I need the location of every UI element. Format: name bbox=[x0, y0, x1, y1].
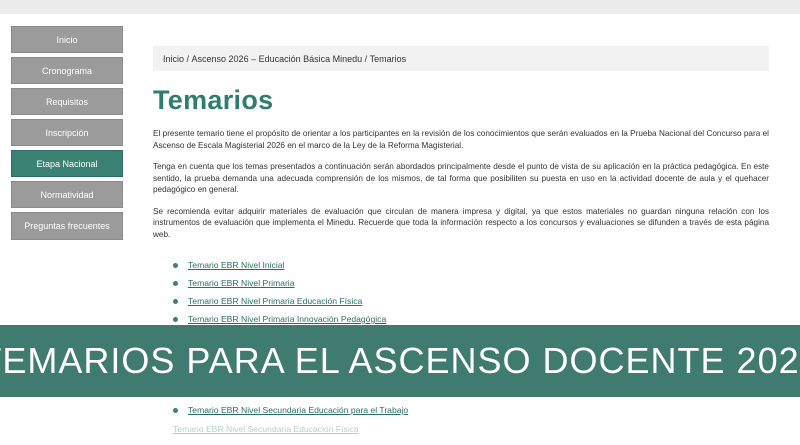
list-item: Temario EBR Nivel Primaria bbox=[173, 274, 769, 292]
sidebar-item-label: Inicio bbox=[56, 34, 78, 45]
temario-link-secundaria-trabajo[interactable]: Temario EBR Nivel Secundaria Educación p… bbox=[188, 405, 408, 415]
breadcrumb-section-link[interactable]: Ascenso 2026 – Educación Básica Minedu bbox=[192, 54, 363, 64]
bullet-icon bbox=[173, 298, 178, 304]
main-content: Inicio / Ascenso 2026 – Educación Básica… bbox=[153, 46, 769, 328]
sidebar-item-label: Inscripción bbox=[45, 127, 89, 138]
sidebar-item-label: Requisitos bbox=[45, 96, 89, 107]
warning-paragraph: Se recomienda evitar adquirir materiales… bbox=[153, 206, 769, 239]
breadcrumb-home-link[interactable]: Inicio bbox=[163, 54, 184, 64]
temario-link-primaria-ef[interactable]: Temario EBR Nivel Primaria Educación Fís… bbox=[188, 296, 362, 306]
bullet-icon bbox=[173, 280, 178, 286]
bullet-icon bbox=[173, 407, 178, 413]
temario-link-inicial[interactable]: Temario EBR Nivel Inicial bbox=[188, 260, 284, 270]
sidebar-item-requisitos[interactable]: Requisitos bbox=[11, 88, 123, 115]
breadcrumb: Inicio / Ascenso 2026 – Educación Básica… bbox=[153, 46, 769, 71]
sidebar-item-inicio[interactable]: Inicio bbox=[11, 26, 123, 53]
sidebar-nav: Inicio Cronograma Requisitos Inscripción… bbox=[11, 26, 123, 244]
sidebar-item-label: Cronograma bbox=[41, 65, 93, 76]
temario-link-primaria[interactable]: Temario EBR Nivel Primaria bbox=[188, 278, 295, 288]
sidebar-item-normatividad[interactable]: Normatividad bbox=[11, 181, 123, 208]
page-title: Temarios bbox=[153, 85, 274, 115]
sidebar-item-label: Etapa Nacional bbox=[36, 158, 98, 169]
sidebar-item-label: Preguntas frecuentes bbox=[24, 221, 110, 231]
temario-link-list: Temario EBR Nivel Inicial Temario EBR Ni… bbox=[153, 256, 769, 328]
bullet-icon bbox=[173, 316, 178, 322]
sidebar-item-etapa-nacional[interactable]: Etapa Nacional bbox=[11, 150, 123, 177]
note-paragraph: Tenga en cuenta que los temas presentado… bbox=[153, 162, 769, 194]
sidebar-item-label: Normatividad bbox=[40, 189, 94, 200]
sidebar-item-inscripcion[interactable]: Inscripción bbox=[11, 119, 123, 146]
breadcrumb-separator: / bbox=[362, 53, 370, 64]
title-banner: TEMARIOS PARA EL ASCENSO DOCENTE 2026 bbox=[0, 325, 800, 397]
temario-link-primaria-innovacion[interactable]: Temario EBR Nivel Primaria Innovación Pe… bbox=[188, 314, 386, 324]
temario-link-secundaria-ef[interactable]: Temario EBR Nivel Secundaria Educación F… bbox=[173, 424, 359, 434]
breadcrumb-current: Temarios bbox=[369, 53, 407, 64]
list-item: Temario EBR Nivel Secundaria Educación p… bbox=[173, 405, 408, 415]
breadcrumb-separator: / bbox=[184, 53, 192, 64]
list-item: Temario EBR Nivel Inicial bbox=[173, 256, 769, 274]
sidebar-item-cronograma[interactable]: Cronograma bbox=[11, 57, 123, 84]
sidebar-item-preguntas-frecuentes[interactable]: Preguntas frecuentes bbox=[11, 212, 123, 240]
list-item: Temario EBR Nivel Primaria Educación Fís… bbox=[173, 292, 769, 310]
intro-paragraph: El presente temario tiene el propósito d… bbox=[153, 129, 769, 150]
bullet-icon bbox=[173, 262, 178, 268]
banner-text: TEMARIOS PARA EL ASCENSO DOCENTE 2026 bbox=[0, 340, 800, 381]
